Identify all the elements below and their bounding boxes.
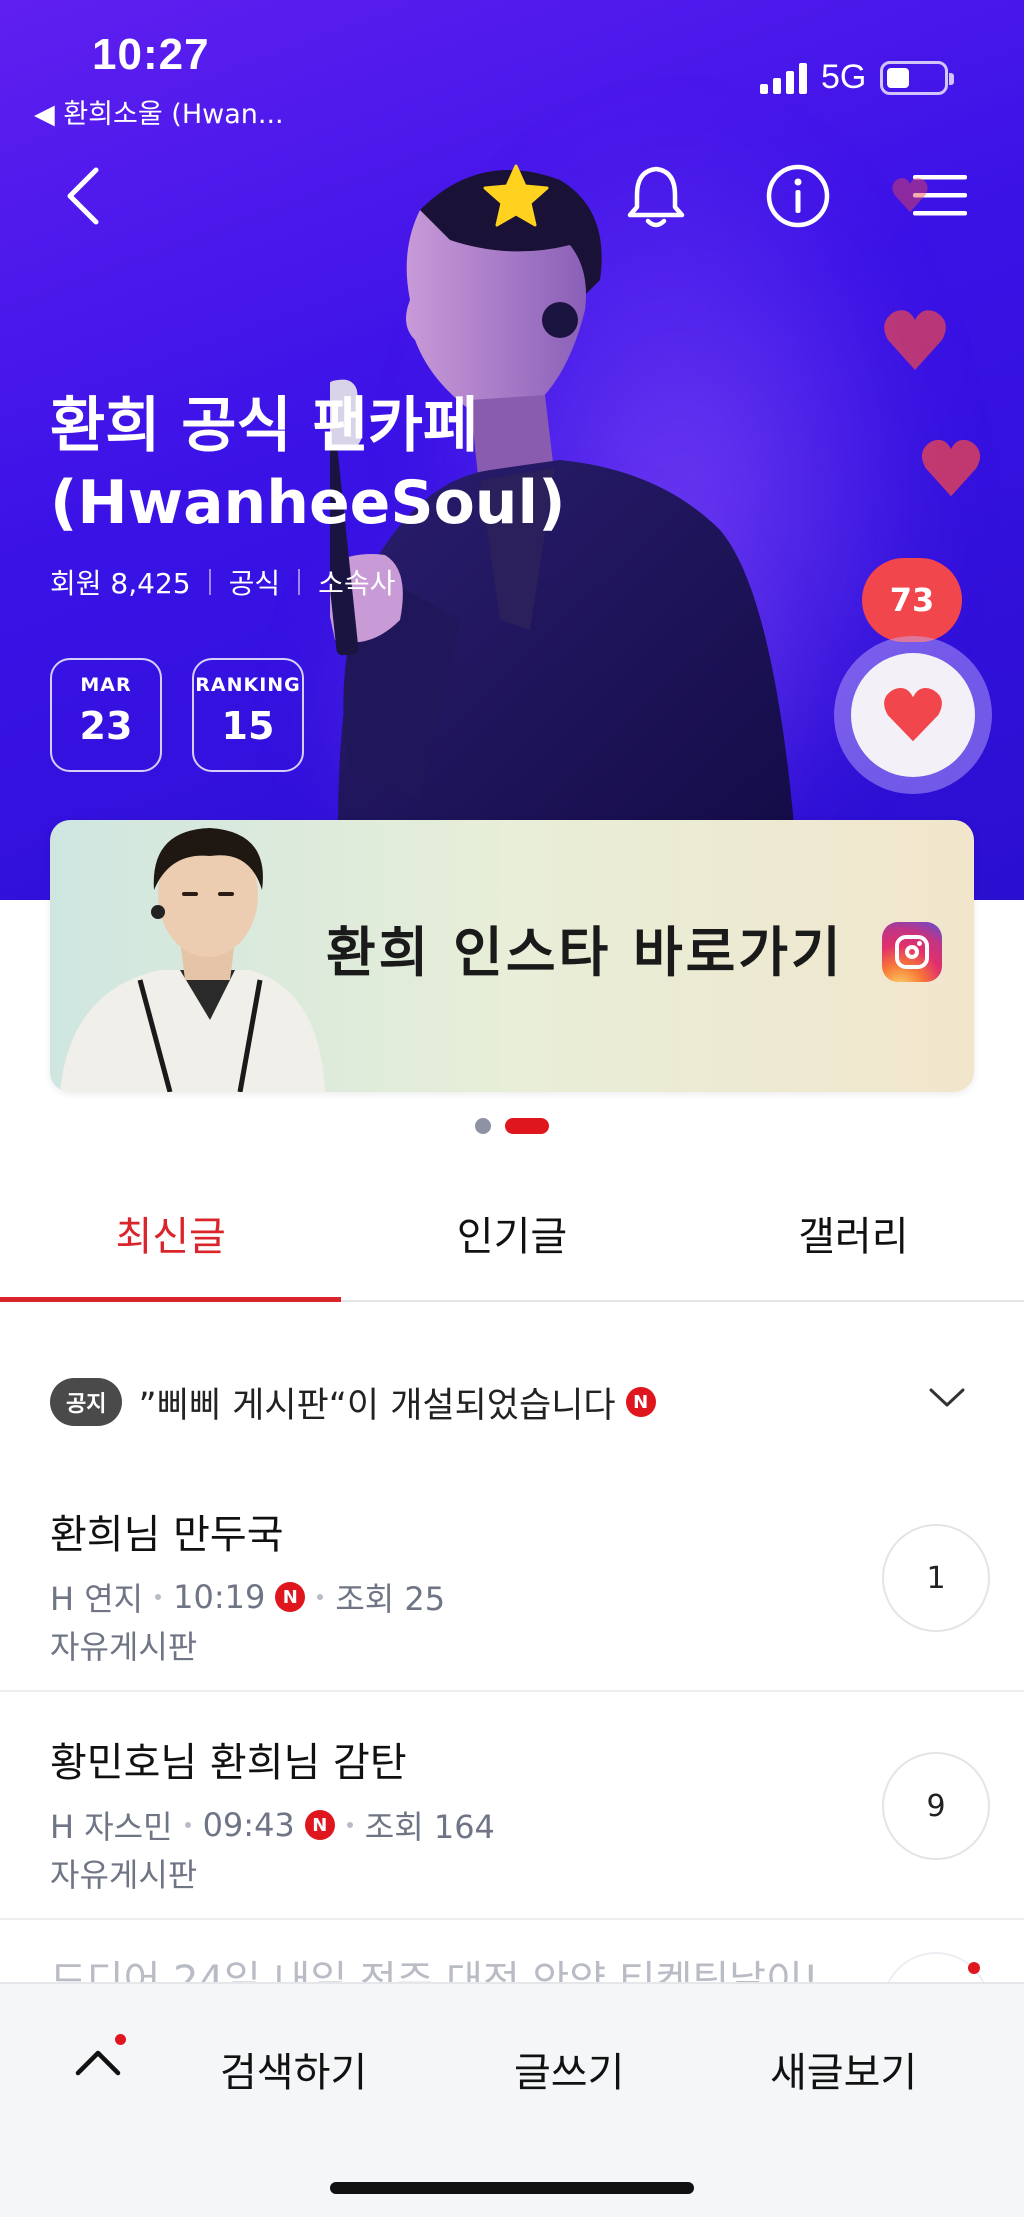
post-meta: H 연지 10:19 N 조회 25 [50,1574,445,1620]
post-views: 조회 164 [364,1808,495,1846]
favorite-button[interactable] [480,160,552,232]
floating-heart-icon [884,310,946,370]
ranking-box[interactable]: RANKING 15 [192,658,304,772]
ranking-label: RANKING [195,674,301,696]
pagination-dot-active[interactable] [505,1118,549,1134]
chevron-left-icon [67,167,99,225]
new-badge: N [625,1387,656,1417]
tab-latest[interactable]: 최신글 [0,1166,342,1302]
notification-button[interactable] [620,160,692,232]
post-author: H 자스민 [50,1808,173,1846]
new-indicator-dot [115,2034,126,2045]
cafe-hero: 10:27 ◀ 환희소울 (Hwan... 5G 환희 공식 팬카페 (Hwan… [0,0,1024,900]
meta-dot [346,1822,353,1828]
instagram-banner[interactable]: 환희 인스타 바로가기 [50,820,974,1092]
post-views: 조회 25 [335,1580,446,1618]
pagination-dot[interactable] [475,1118,491,1134]
agency-tag: 소속사 [318,567,396,600]
tab-popular[interactable]: 인기글 [341,1166,682,1300]
notice-text: ”삐삐 게시판“이 개설되었습니다 [138,1385,616,1426]
official-tag: 공식 [228,567,281,600]
signal-icon [760,62,807,94]
back-button[interactable] [48,160,120,232]
meta-dot [184,1822,191,1828]
notice-row[interactable]: 공지 ”삐삐 게시판“이 개설되었습니다 N [50,1374,974,1430]
board-tabs: 최신글 인기글 갤러리 [0,1166,1024,1302]
post-meta: H 자스민 09:43 N 조회 164 [50,1802,495,1848]
post-time: 10:19 [173,1578,266,1616]
like-button-inner [851,653,975,777]
chevron-down-icon[interactable] [928,1386,966,1410]
new-indicator-dot [968,1962,980,1974]
post-board: 자유게시판 [50,1856,198,1894]
home-indicator[interactable] [330,2182,694,2194]
cafe-meta: 회원 8,425 공식 소속사 [50,562,395,602]
bell-icon [627,166,685,228]
back-to-app-link[interactable]: ◀ 환희소울 (Hwan... [34,92,284,131]
new-posts-button[interactable]: 새글보기 [770,2040,917,2098]
banner-text: 환희 인스타 바로가기 [326,921,844,984]
post-title: 환희님 만두국 [50,1512,284,1558]
search-button[interactable]: 검색하기 [220,2040,367,2098]
heart-icon [884,688,942,742]
post-item[interactable]: 황민호님 환희님 감탄 H 자스민 09:43 N 조회 164 자유게시판 9 [0,1692,1024,1920]
info-button[interactable] [762,160,834,232]
meta-dot [155,1594,162,1600]
date-box: MAR 23 [50,658,162,772]
instagram-icon [882,922,942,982]
date-value: 23 [79,704,133,748]
star-icon [483,164,549,227]
comment-count[interactable]: 1 [882,1524,990,1632]
cafe-title: 환희 공식 팬카페 (HwanheeSoul) [50,391,566,538]
like-button[interactable] [834,636,992,794]
notice-tag: 공지 [50,1378,123,1426]
divider [208,569,211,595]
scroll-top-button[interactable] [62,2030,134,2094]
post-item[interactable]: 환희님 만두국 H 연지 10:19 N 조회 25 자유게시판 1 [0,1464,1024,1692]
battery-icon [880,60,955,95]
ranking-value: 15 [221,704,275,748]
status-indicators: 5G [760,58,955,97]
comment-count[interactable]: 9 [882,1752,990,1860]
post-board: 자유게시판 [50,1628,198,1666]
floating-heart-icon [892,177,928,213]
banner-pagination [0,1118,1024,1134]
new-badge: N [304,1810,335,1840]
network-label: 5G [821,58,867,96]
meta-dot [317,1594,324,1600]
new-badge: N [275,1582,306,1612]
divider [298,569,301,595]
like-count-badge: 73 [862,558,962,642]
post-author: H 연지 [50,1580,144,1618]
floating-heart-icon [921,439,981,497]
chevron-up-icon [75,2050,121,2076]
tab-gallery[interactable]: 갤러리 [683,1166,1024,1300]
status-time: 10:27 [92,30,210,79]
banner-portrait [60,828,325,1092]
member-count: 회원 8,425 [50,567,191,600]
post-time: 09:43 [202,1806,295,1844]
info-icon [766,164,830,228]
date-label: MAR [80,674,132,696]
post-title: 황민호님 환희님 감탄 [50,1740,407,1786]
write-button[interactable]: 글쓰기 [514,2040,624,2098]
